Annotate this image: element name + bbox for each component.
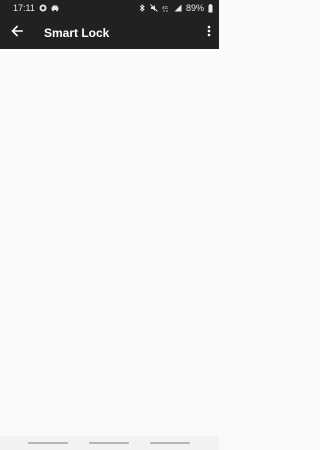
4g-icon: 4G bbox=[162, 4, 170, 12]
bluetooth-icon bbox=[138, 4, 146, 12]
mute-icon bbox=[150, 4, 158, 12]
page-title: Smart Lock bbox=[44, 25, 110, 40]
whatsapp-icon bbox=[39, 4, 47, 12]
status-left: 17:11 bbox=[13, 3, 59, 13]
battery-percent: 89% bbox=[185, 3, 204, 13]
screen: 17:11 4G 89% Smart Lock bbox=[0, 0, 219, 450]
car-icon bbox=[51, 4, 59, 12]
recent-apps-button[interactable] bbox=[28, 442, 68, 444]
back-button[interactable] bbox=[0, 16, 34, 49]
system-back-button[interactable] bbox=[150, 442, 190, 444]
more-options-button[interactable] bbox=[199, 16, 219, 49]
system-navigation-bar bbox=[0, 436, 219, 450]
status-right: 4G 89% bbox=[138, 3, 213, 13]
status-bar: 17:11 4G 89% bbox=[0, 0, 219, 16]
signal-icon bbox=[174, 4, 182, 12]
svg-text:4G: 4G bbox=[162, 5, 169, 10]
arrow-left-icon bbox=[11, 24, 23, 42]
status-time: 17:11 bbox=[13, 3, 35, 13]
content-area bbox=[0, 49, 219, 436]
app-toolbar: Smart Lock bbox=[0, 16, 219, 49]
more-vertical-icon bbox=[207, 24, 211, 42]
battery-icon bbox=[208, 4, 213, 13]
home-button[interactable] bbox=[89, 442, 129, 444]
